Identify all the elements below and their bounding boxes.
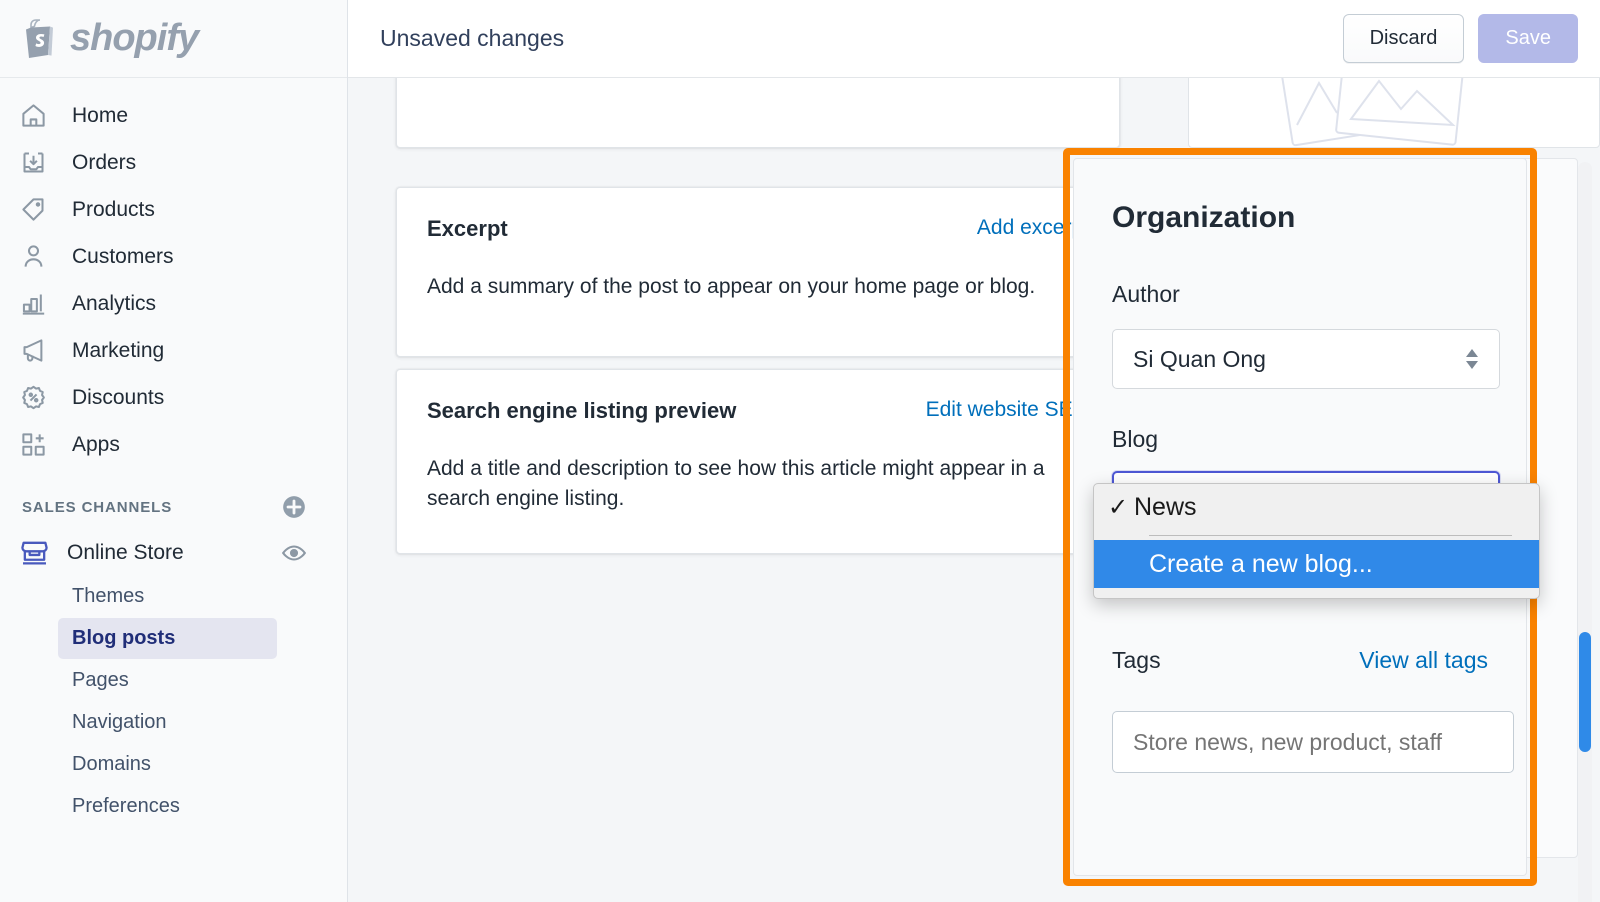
sidebar-item-label: Apps <box>72 432 120 456</box>
sidebar-item-label: Marketing <box>72 338 165 362</box>
sidebar-item-discounts[interactable]: Discounts <box>0 374 347 421</box>
sidebar-item-marketing[interactable]: Marketing <box>0 327 347 374</box>
author-select-value: Si Quan Ong <box>1133 345 1266 372</box>
seo-preview-card: Search engine listing preview Edit websi… <box>396 369 1120 554</box>
dropdown-option-label: News <box>1134 493 1197 521</box>
sidebar-item-navigation[interactable]: Navigation <box>58 702 277 743</box>
organization-title: Organization <box>1112 201 1296 234</box>
context-bar-actions: Discard Save <box>1342 14 1578 63</box>
plus-circle-icon[interactable] <box>281 494 307 520</box>
sidebar-item-home[interactable]: Home <box>0 92 347 139</box>
unsaved-changes-title: Unsaved changes <box>380 25 565 51</box>
brand-header[interactable]: shopify <box>0 0 347 78</box>
page-scrollbar[interactable] <box>1578 162 1592 902</box>
brand-name: shopify <box>70 17 199 59</box>
seo-description: Add a title and description to see how t… <box>427 457 1045 511</box>
page-scrollbar-thumb[interactable] <box>1579 632 1591 752</box>
blog-select-dropdown[interactable]: ✓ News Create a new blog... <box>1093 483 1540 599</box>
sidebar-item-label: Orders <box>72 150 137 174</box>
sidebar-item-label: Home <box>72 103 129 127</box>
excerpt-card-header: Excerpt Add excerpt <box>427 216 1089 242</box>
eye-icon[interactable] <box>281 540 307 566</box>
sidebar-item-label: Products <box>72 197 155 221</box>
author-label: Author <box>1112 281 1180 307</box>
sidebar-item-analytics[interactable]: Analytics <box>0 280 347 327</box>
sidebar-item-label: Online Store <box>67 540 184 564</box>
dropdown-option-news[interactable]: ✓ News <box>1094 484 1539 531</box>
featured-image-card <box>1188 78 1600 148</box>
image-placeholder-illustration <box>1267 78 1527 147</box>
customer-person-icon <box>20 242 54 272</box>
sidebar-item-preferences[interactable]: Preferences <box>58 786 277 827</box>
subnav-label: Domains <box>72 753 151 775</box>
sidebar-item-label: Discounts <box>72 385 165 409</box>
sales-channels-subnav: Themes Blog posts Pages Navigation Domai… <box>0 576 347 827</box>
sidebar-item-themes[interactable]: Themes <box>58 576 277 617</box>
seo-title: Search engine listing preview <box>427 398 737 423</box>
sidebar-item-customers[interactable]: Customers <box>0 233 347 280</box>
sidebar-item-products[interactable]: Products <box>0 186 347 233</box>
excerpt-title: Excerpt <box>427 216 508 241</box>
subnav-label: Navigation <box>72 711 167 733</box>
author-select[interactable]: Si Quan Ong <box>1112 329 1500 389</box>
sidebar-item-domains[interactable]: Domains <box>58 744 277 785</box>
subnav-label: Themes <box>72 585 145 607</box>
stepper-arrows-icon <box>1463 344 1481 374</box>
tags-label: Tags <box>1112 647 1161 673</box>
view-all-tags-link[interactable]: View all tags <box>1359 647 1488 674</box>
subnav-label: Blog posts <box>72 627 176 649</box>
excerpt-card: Excerpt Add excerpt Add a summary of the… <box>396 187 1120 357</box>
sales-channels-heading: SALES CHANNELS <box>22 498 173 516</box>
home-icon <box>20 101 54 131</box>
analytics-bar-chart-icon <box>20 289 54 319</box>
blog-label: Blog <box>1112 426 1159 452</box>
sidebar: shopify Home Orders Products Customers A… <box>0 0 348 902</box>
sidebar-item-pages[interactable]: Pages <box>58 660 277 701</box>
discard-button[interactable]: Discard <box>1342 14 1465 63</box>
content-editor-card <box>396 78 1120 148</box>
orders-inbox-icon <box>20 148 54 178</box>
excerpt-description: Add a summary of the post to appear on y… <box>427 275 1036 298</box>
sidebar-item-label: Customers <box>72 244 174 268</box>
sales-channels-header: SALES CHANNELS <box>0 468 347 530</box>
dropdown-option-create-new-blog[interactable]: Create a new blog... <box>1094 540 1539 588</box>
product-tag-icon <box>20 195 54 225</box>
dropdown-separator <box>1149 535 1512 536</box>
shopify-admin-screen: shopify Home Orders Products Customers A… <box>0 0 1600 902</box>
shopify-bag-icon <box>22 17 60 61</box>
save-button[interactable]: Save <box>1478 14 1578 63</box>
sidebar-item-blog-posts[interactable]: Blog posts <box>58 618 277 659</box>
discount-percent-icon <box>20 383 54 413</box>
subnav-label: Preferences <box>72 795 180 817</box>
sidebar-item-apps[interactable]: Apps <box>0 421 347 468</box>
storefront-icon <box>20 538 49 567</box>
subnav-label: Pages <box>72 669 129 691</box>
primary-nav: Home Orders Products Customers Analytics… <box>0 78 347 468</box>
dropdown-option-label: Create a new blog... <box>1149 549 1373 578</box>
apps-grid-plus-icon <box>20 430 54 460</box>
marketing-megaphone-icon <box>20 336 54 366</box>
context-bar: Unsaved changes Discard Save <box>348 0 1600 78</box>
sidebar-item-orders[interactable]: Orders <box>0 139 347 186</box>
checkmark-icon: ✓ <box>1108 494 1129 521</box>
tags-input[interactable] <box>1112 711 1514 773</box>
sidebar-item-label: Analytics <box>72 291 157 315</box>
seo-card-header: Search engine listing preview Edit websi… <box>427 398 1089 424</box>
sidebar-item-online-store[interactable]: Online Store <box>0 530 347 575</box>
